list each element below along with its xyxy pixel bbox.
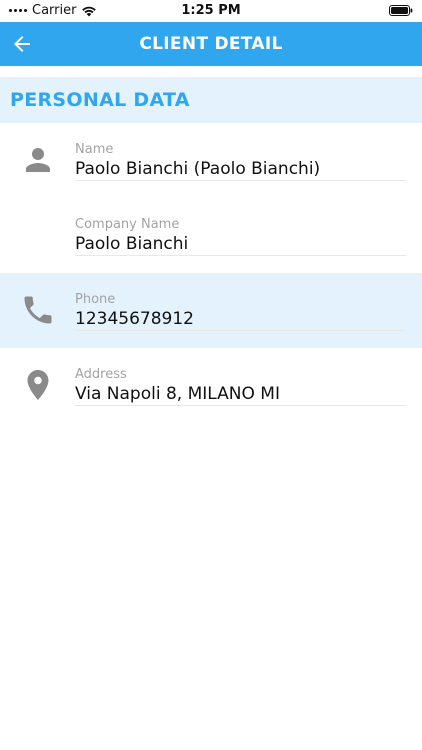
name-value: Paolo Bianchi (Paolo Bianchi) — [75, 159, 321, 179]
section-title: PERSONAL DATA — [10, 89, 190, 111]
battery-icon — [389, 5, 413, 16]
company-label: Company Name — [75, 217, 180, 232]
app-bar: CLIENT DETAIL — [0, 22, 422, 66]
status-bar: Carrier 1:25 PM — [0, 0, 422, 22]
address-label: Address — [75, 367, 127, 382]
section-header: PERSONAL DATA — [0, 77, 422, 123]
status-time: 1:25 PM — [181, 3, 241, 18]
divider — [75, 180, 406, 181]
phone-label: Phone — [75, 292, 116, 307]
name-label: Name — [75, 142, 114, 157]
phone-icon — [24, 296, 52, 324]
company-value: Paolo Bianchi — [75, 234, 189, 254]
divider — [75, 330, 406, 331]
divider — [75, 405, 406, 406]
location-pin-icon — [27, 370, 49, 400]
address-row[interactable]: Address Via Napoli 8, MILANO MI — [0, 355, 422, 430]
divider — [75, 255, 406, 256]
page-title: CLIENT DETAIL — [139, 34, 283, 54]
address-value: Via Napoli 8, MILANO MI — [75, 384, 280, 404]
name-row: Name Paolo Bianchi (Paolo Bianchi) — [0, 130, 422, 205]
person-icon — [26, 148, 50, 172]
phone-row[interactable]: Phone 12345678912 — [0, 273, 422, 348]
company-row: Company Name Paolo Bianchi — [0, 205, 422, 280]
phone-value: 12345678912 — [75, 309, 194, 329]
